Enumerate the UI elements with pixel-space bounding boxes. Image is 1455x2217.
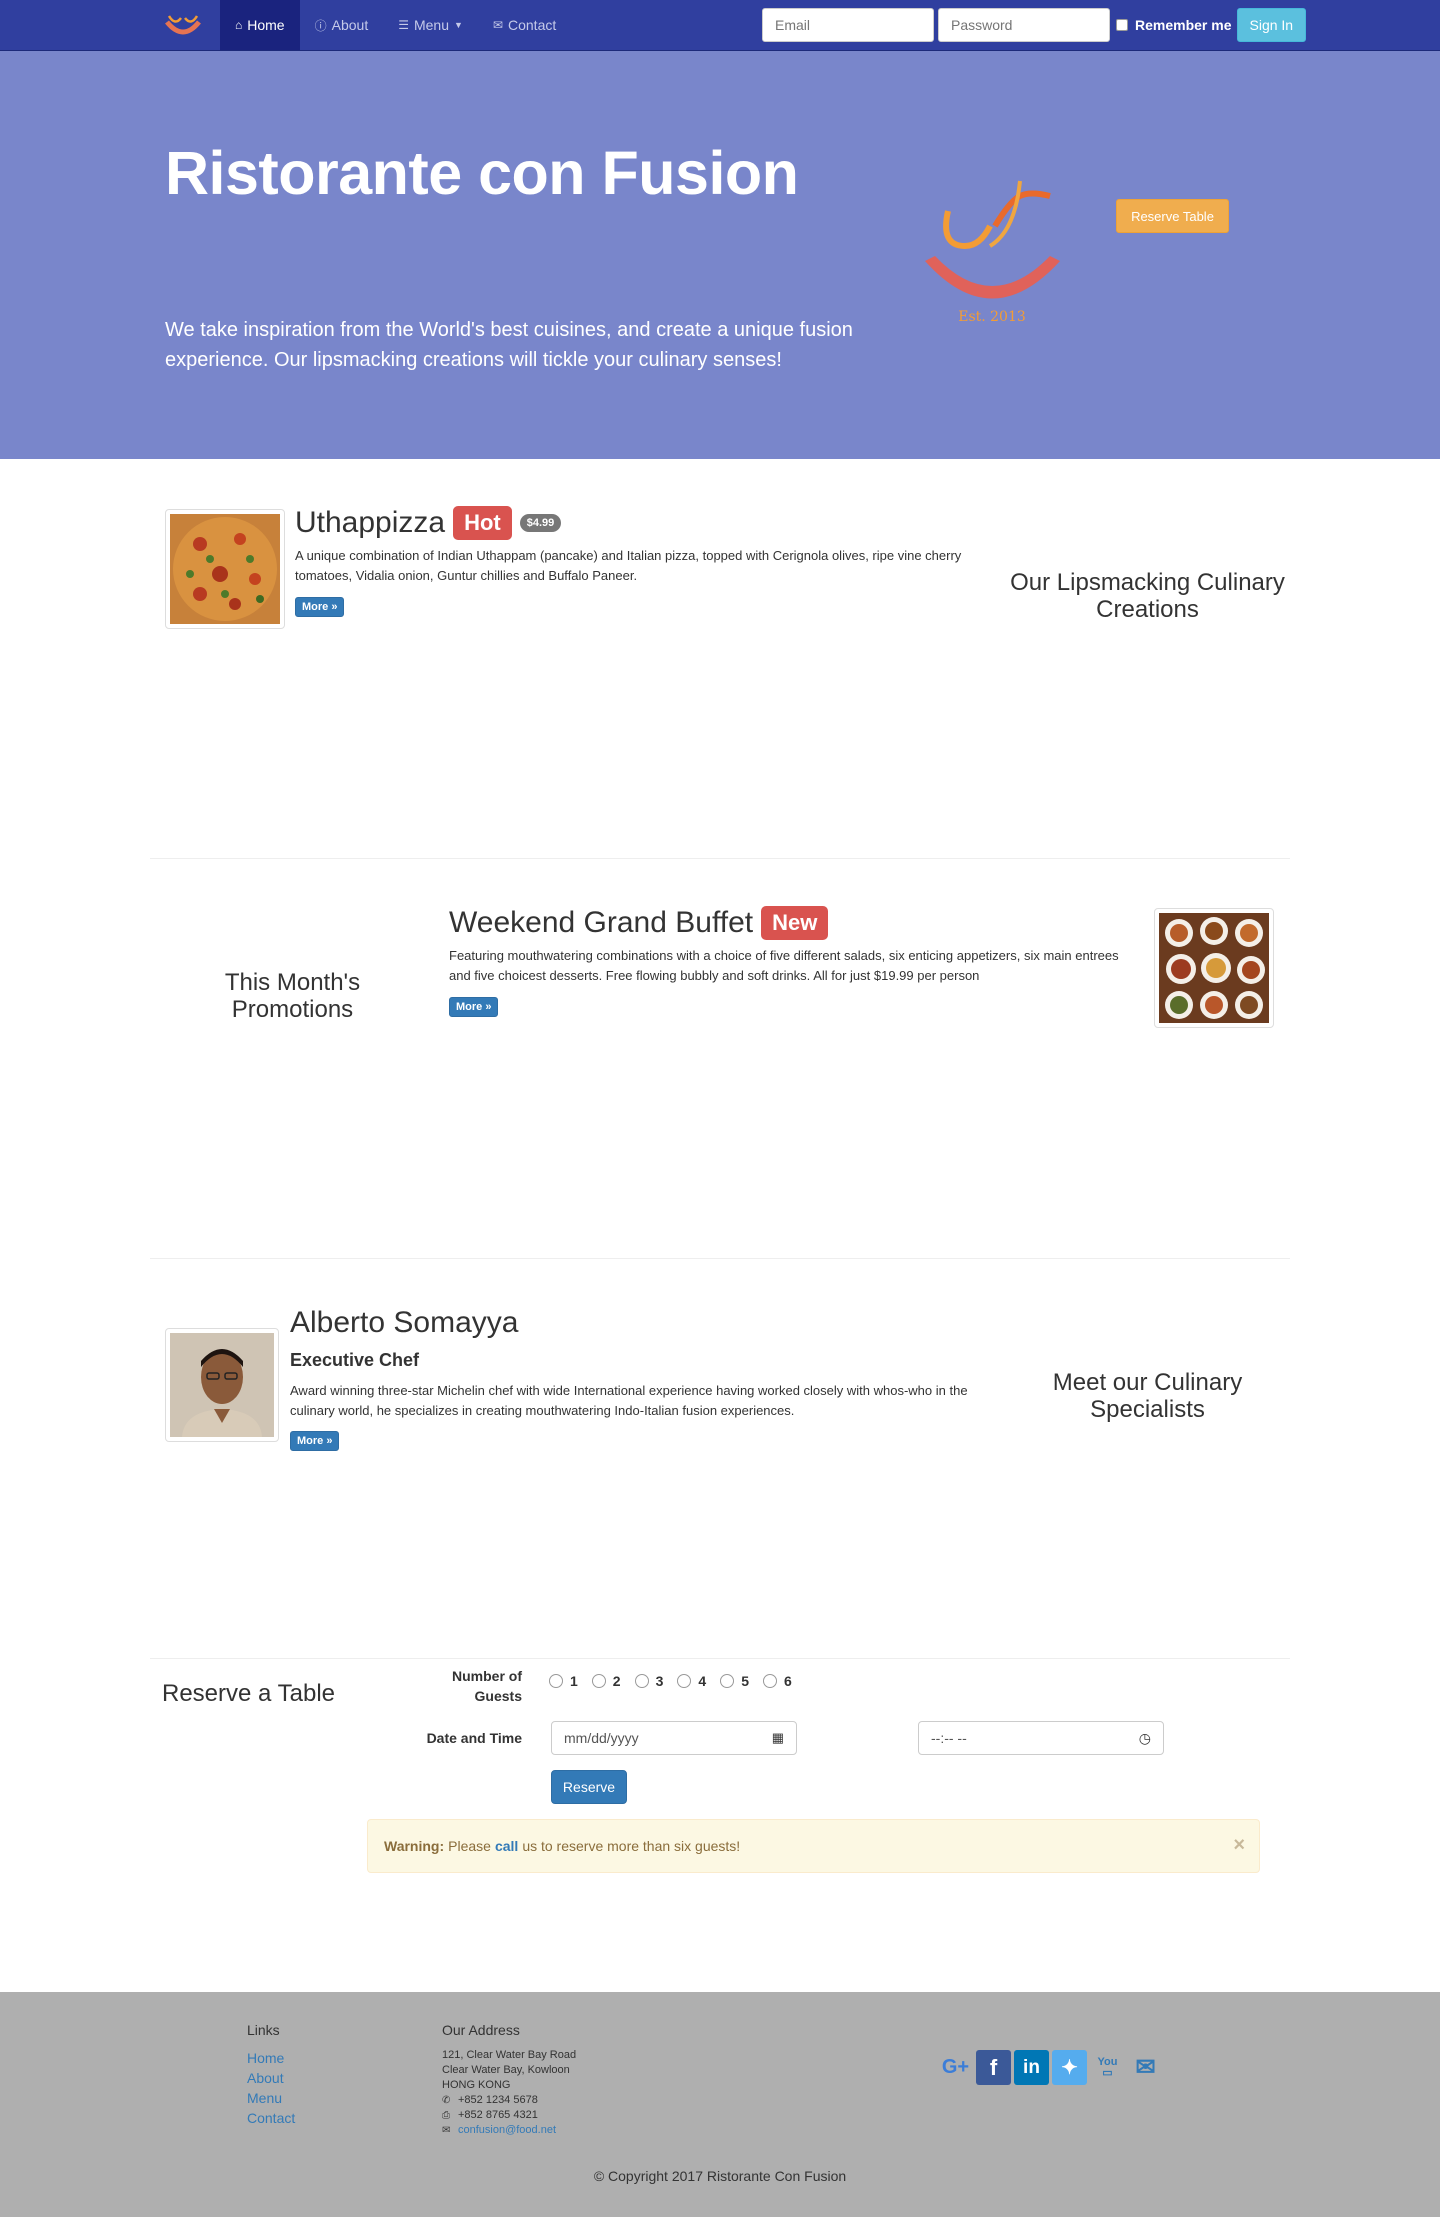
dish-image xyxy=(170,514,280,624)
dish-heading: Uthappizza Hot $4.99 xyxy=(295,506,562,540)
twitter-icon[interactable]: ✦ xyxy=(1052,2050,1087,2085)
google-plus-icon[interactable]: G+ xyxy=(938,2050,973,2085)
guests-label: Number of Guests xyxy=(452,1668,522,1704)
leader-more-button[interactable]: More » xyxy=(290,1431,340,1451)
promotion-name: Weekend Grand Buffet xyxy=(449,906,754,939)
leader-designation: Executive Chef xyxy=(290,1350,420,1370)
divider xyxy=(150,1258,1290,1259)
price-badge: $4.99 xyxy=(519,514,562,532)
footer-link-contact[interactable]: Contact xyxy=(247,2108,295,2128)
leader-name: Alberto Somayya xyxy=(290,1306,518,1340)
reserve-table-button[interactable]: Reserve Table xyxy=(1116,199,1229,233)
guest-option-3[interactable]: 3 xyxy=(634,1673,663,1689)
facebook-icon[interactable]: f xyxy=(976,2050,1011,2085)
brand-logo[interactable] xyxy=(163,12,203,40)
nav-contact-link[interactable]: ✉ Contact xyxy=(478,0,571,50)
reserve-section-title: Reserve a Table xyxy=(162,1680,335,1707)
envelope-icon: ✉ xyxy=(442,2125,451,2136)
home-icon: ⌂ xyxy=(235,18,243,32)
warning-alert: Warning: Please call us to reserve more … xyxy=(367,1819,1260,1873)
address-heading: Our Address xyxy=(442,2022,520,2038)
password-input[interactable] xyxy=(938,8,1110,42)
leader-thumbnail[interactable] xyxy=(165,1328,279,1442)
guest-option-2[interactable]: 2 xyxy=(591,1673,621,1689)
reserve-submit-button[interactable]: Reserve xyxy=(551,1770,627,1804)
leader-name-text: Alberto Somayya xyxy=(290,1306,519,1339)
phone-icon: ✆ xyxy=(442,2095,451,2106)
navbar: ⌂Home ⓘAbout ☰Menu▼ ✉Contact Remember me… xyxy=(0,0,1440,51)
signin-button[interactable]: Sign In xyxy=(1236,8,1307,42)
time-input[interactable]: --:-- -- ◷ xyxy=(918,1721,1164,1755)
remember-checkbox[interactable] xyxy=(1116,19,1128,31)
caret-down-icon: ▼ xyxy=(454,20,463,30)
remember-me[interactable]: Remember me xyxy=(1116,17,1232,33)
email-input[interactable] xyxy=(762,8,934,42)
guest-option-5[interactable]: 5 xyxy=(720,1673,749,1689)
links-heading: Links xyxy=(247,2022,280,2038)
guest-option-6[interactable]: 6 xyxy=(762,1673,792,1689)
footer-links: Home About Menu Contact xyxy=(247,2048,295,2128)
dish-thumbnail[interactable] xyxy=(165,509,285,629)
social-links: G+ f in ✦ You ▭ ✉ xyxy=(938,2050,1166,2085)
jumbotron: Ristorante con Fusion We take inspiratio… xyxy=(0,51,1440,459)
promotion-image xyxy=(1159,913,1269,1023)
logo-est-text: Est. 2013 xyxy=(958,309,1026,325)
restaurant-intro: We take inspiration from the World's bes… xyxy=(165,319,853,371)
date-input[interactable]: mm/dd/yyyy ▦ xyxy=(551,1721,797,1755)
footer-link-menu[interactable]: Menu xyxy=(247,2088,295,2108)
guests-radio-group: 1 2 3 4 5 6 xyxy=(549,1673,806,1689)
divider xyxy=(150,1658,1290,1659)
address-block: 121, Clear Water Bay Road Clear Water Ba… xyxy=(442,2049,577,2138)
nav-about-link[interactable]: ⓘ About xyxy=(300,0,384,50)
copyright: © Copyright 2017 Ristorante Con Fusion xyxy=(593,2168,847,2184)
login-form: Remember me Sign In xyxy=(762,8,1307,42)
datetime-label: Date and Time xyxy=(426,1730,522,1746)
clock-icon[interactable]: ◷ xyxy=(1139,1730,1151,1747)
dish-side-heading: Our Lipsmacking Culinary Creations xyxy=(1010,569,1285,623)
envelope-icon: ✉ xyxy=(492,18,503,32)
scrollbar-track[interactable] xyxy=(1440,0,1455,2217)
dish-description: A unique combination of Indian Uthappam … xyxy=(295,548,962,583)
hot-label: Hot xyxy=(453,506,512,540)
fax-icon: ⎙ xyxy=(442,2110,450,2121)
leader-photo xyxy=(170,1333,274,1437)
promotion-thumbnail[interactable] xyxy=(1154,908,1274,1028)
close-icon[interactable]: × xyxy=(1233,1834,1245,1857)
email-link[interactable]: confusion@food.net xyxy=(458,2123,556,2138)
divider xyxy=(150,858,1290,859)
promotion-heading: Weekend Grand Buffet New xyxy=(449,906,829,940)
call-link[interactable]: call xyxy=(495,1838,518,1854)
nav-home-link[interactable]: ⌂ Home xyxy=(220,0,300,50)
list-icon: ☰ xyxy=(398,18,409,32)
restaurant-title: Ristorante con Fusion xyxy=(165,139,799,207)
nav-menu-dropdown[interactable]: ☰ Menu ▼ xyxy=(383,0,478,50)
info-icon: ⓘ xyxy=(314,18,327,33)
mail-icon[interactable]: ✉ xyxy=(1128,2050,1163,2085)
footer-link-home[interactable]: Home xyxy=(247,2048,295,2068)
leader-description: Award winning three-star Michelin chef w… xyxy=(290,1383,968,1418)
restaurant-logo: Est. 2013 xyxy=(925,180,1060,325)
guest-option-4[interactable]: 4 xyxy=(677,1673,706,1689)
dish-more-button[interactable]: More » xyxy=(295,597,345,617)
calendar-icon[interactable]: ▦ xyxy=(772,1730,784,1746)
dish-name: Uthappizza xyxy=(295,506,446,539)
new-label: New xyxy=(761,906,829,940)
promotion-description: Featuring mouthwatering combinations wit… xyxy=(449,948,1119,983)
promotion-side-heading: This Month's Promotions xyxy=(224,969,361,1023)
promotion-more-button[interactable]: More » xyxy=(449,997,499,1017)
footer-link-about[interactable]: About xyxy=(247,2068,295,2088)
guest-option-1[interactable]: 1 xyxy=(549,1673,578,1689)
youtube-icon[interactable]: You ▭ xyxy=(1090,2050,1125,2085)
linkedin-icon[interactable]: in xyxy=(1014,2050,1049,2085)
leader-side-heading: Meet our Culinary Specialists xyxy=(1052,1369,1243,1423)
